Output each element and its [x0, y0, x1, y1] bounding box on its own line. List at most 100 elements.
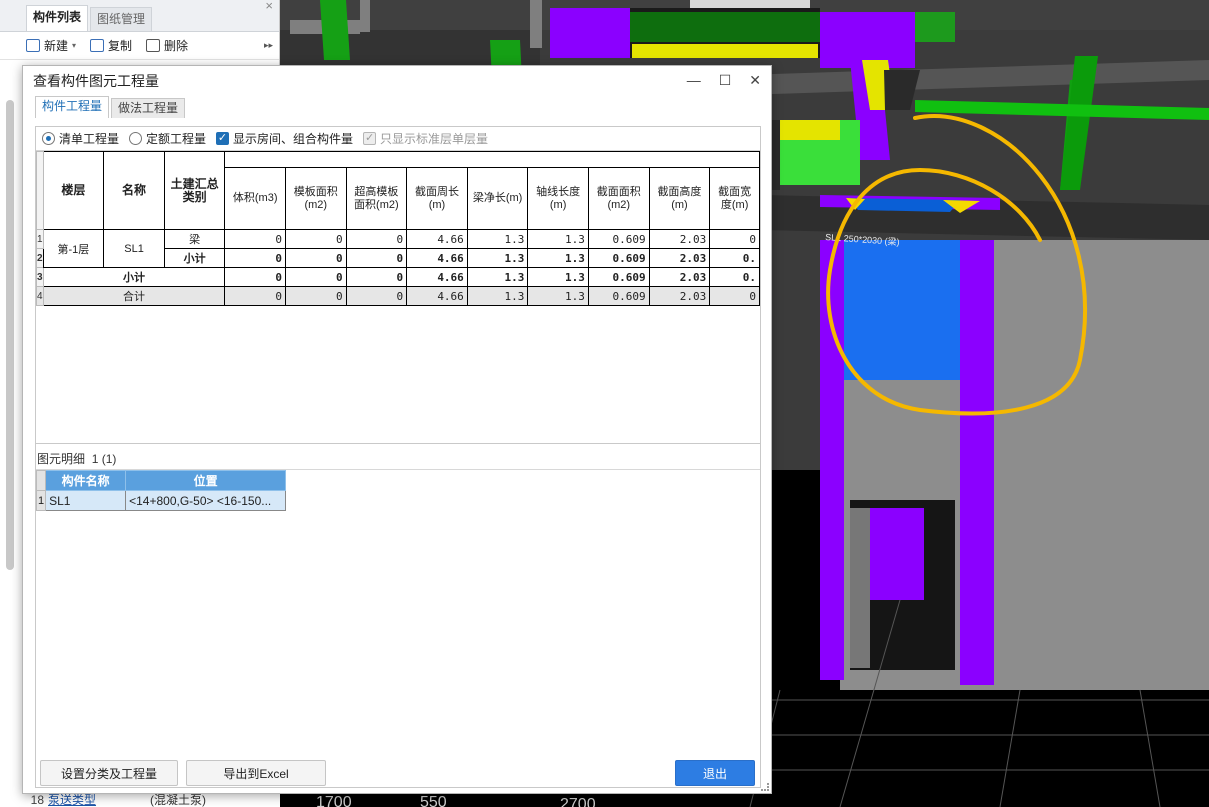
- cell-value: 0.609: [587, 286, 650, 306]
- cell-category: 梁: [163, 229, 226, 249]
- table-row[interactable]: 3 小计 0 0 0 4.66 1.3 1.3 0.609 2.03 0.: [36, 267, 760, 287]
- resize-grip-icon[interactable]: [761, 783, 769, 791]
- checkbox-show-rooms[interactable]: ✓ 显示房间、组合构件量: [216, 130, 353, 147]
- cell-value: 0: [345, 229, 408, 249]
- cell-value: 0: [345, 286, 408, 306]
- checkbox-show-rooms-label: 显示房间、组合构件量: [233, 132, 354, 146]
- close-icon[interactable]: ×: [265, 0, 273, 13]
- tab-component-list[interactable]: 构件列表: [26, 5, 89, 31]
- table-row-total[interactable]: 4 合计 0 0 0 4.66 1.3 1.3 0.609 2.03 0: [36, 286, 760, 306]
- header-category: 土建汇总类别: [163, 151, 226, 230]
- cell-value: 0: [709, 286, 760, 306]
- header-name: 名称: [103, 151, 165, 230]
- dialog-title: 查看构件图元工程量: [33, 73, 159, 89]
- header-col: 模板面积(m2): [284, 167, 347, 230]
- header-col: 截面宽度(m): [709, 167, 760, 230]
- maximize-icon[interactable]: ☐: [719, 72, 732, 89]
- header-col: 截面面积(m2): [587, 167, 650, 230]
- export-excel-button[interactable]: 导出到Excel: [186, 760, 326, 786]
- cell-value: 0: [284, 286, 347, 306]
- cell-value: 0: [284, 248, 347, 268]
- cell-value: 4.66: [406, 267, 468, 287]
- detail-table-container[interactable]: 构件名称 位置 1 SL1 <14+800,G-50> <16-150...: [35, 469, 760, 787]
- new-icon: [26, 39, 40, 52]
- row-number: 2: [36, 248, 44, 268]
- header-col: 轴线长度(m): [527, 167, 589, 230]
- cell-category: 小计: [163, 248, 226, 268]
- copy-button-label: 复制: [108, 39, 133, 53]
- close-icon[interactable]: ✕: [749, 72, 761, 89]
- detail-table: 构件名称 位置 1 SL1 <14+800,G-50> <16-150...: [35, 470, 287, 511]
- cell-value: 0: [345, 267, 408, 287]
- cell-value: 4.66: [406, 229, 468, 249]
- dialog-title-bar[interactable]: 查看构件图元工程量 ― ☐ ✕: [23, 66, 771, 96]
- header-col: 梁净长(m): [466, 167, 529, 230]
- cell-value: 0.609: [587, 267, 650, 287]
- quantity-dialog: 查看构件图元工程量 ― ☐ ✕ 构件工程量 做法工程量 清单工程量 定额工程量 …: [22, 65, 772, 794]
- delete-button[interactable]: 删除: [146, 37, 188, 54]
- cell-value: 0.609: [587, 248, 650, 268]
- cell-floor: 第-1层: [42, 229, 105, 268]
- header-col: 超高模板面积(m2): [345, 167, 408, 230]
- radio-on-icon: [42, 132, 55, 145]
- set-category-button[interactable]: 设置分类及工程量: [40, 760, 178, 786]
- copy-icon: [90, 39, 105, 52]
- viewport-label-2: 550: [420, 794, 447, 807]
- header-floor: 楼层: [42, 151, 105, 230]
- left-panel-scrollbar[interactable]: [6, 100, 14, 570]
- dropdown-arrow-icon[interactable]: ▾: [72, 41, 76, 50]
- divider: [35, 443, 761, 444]
- header-col: 体积(m3): [224, 167, 286, 230]
- detail-cell-name[interactable]: SL1: [45, 490, 127, 511]
- cell-value: 2.03: [648, 267, 711, 287]
- detail-header-name[interactable]: 构件名称: [45, 470, 127, 491]
- exit-button[interactable]: 退出: [675, 760, 755, 786]
- cell-value: 2.03: [648, 229, 711, 249]
- cell-value: 4.66: [406, 286, 468, 306]
- tab-drawing-management[interactable]: 图纸管理: [90, 7, 153, 31]
- radio-bill-label: 清单工程量: [59, 132, 120, 146]
- cell-value: 1.3: [527, 267, 589, 287]
- cell-value: 0: [224, 248, 286, 268]
- viewport-label-3: 2700: [560, 796, 596, 807]
- cell-value: 0: [709, 229, 760, 249]
- tab-component-quantity[interactable]: 构件工程量: [35, 96, 110, 118]
- cell-value: 0.609: [587, 229, 650, 249]
- copy-button[interactable]: 复制: [90, 37, 132, 54]
- table-row[interactable]: 1 第-1层 SL1 梁 0 0 0 4.66 1.3 1.3 0.609 2.…: [36, 229, 760, 268]
- radio-quota-quantity[interactable]: 定额工程量: [129, 130, 206, 147]
- cell-value: 1.3: [466, 248, 529, 268]
- row-number: 1: [35, 490, 47, 511]
- cell-value: 4.66: [406, 248, 468, 268]
- new-button[interactable]: 新建 ▾: [26, 37, 76, 54]
- radio-quota-label: 定额工程量: [146, 132, 207, 146]
- cell-value: 2.03: [648, 248, 711, 268]
- trash-icon: [146, 39, 161, 52]
- cell-value: 0: [224, 229, 286, 249]
- minimize-icon[interactable]: ―: [687, 72, 701, 89]
- cell-value: 0: [345, 248, 408, 268]
- cell-value: 1.3: [527, 229, 589, 249]
- checkbox-checked-icon: ✓: [216, 132, 230, 145]
- detail-heading: 图元明细 1 (1): [36, 450, 116, 467]
- detail-header-position[interactable]: 位置: [125, 470, 287, 491]
- cell-subtotal: 小计: [42, 267, 226, 287]
- dialog-tabs: 构件工程量 做法工程量: [35, 96, 771, 118]
- detail-title: 图元明细: [37, 452, 86, 466]
- detail-cell-position[interactable]: <14+800,G-50> <16-150...: [125, 490, 287, 511]
- quantity-options: 清单工程量 定额工程量 ✓ 显示房间、组合构件量 ✓ 只显示标准层单层量: [36, 127, 760, 151]
- delete-button-label: 删除: [164, 39, 189, 53]
- detail-row[interactable]: 1 SL1 <14+800,G-50> <16-150...: [35, 490, 287, 511]
- checkbox-disabled-icon: ✓: [363, 132, 377, 145]
- cell-value: 0: [224, 267, 286, 287]
- cell-value: 2.03: [648, 286, 711, 306]
- viewport-label-1: 1700: [316, 794, 352, 807]
- checkbox-standard-floor: ✓ 只显示标准层单层量: [363, 130, 488, 147]
- tab-method-quantity[interactable]: 做法工程量: [111, 98, 186, 118]
- radio-bill-quantity[interactable]: 清单工程量: [42, 130, 119, 147]
- new-button-label: 新建: [44, 39, 69, 53]
- cell-value: 1.3: [466, 286, 529, 306]
- quantity-table-container[interactable]: 楼层 名称 土建汇总类别 体积(m3) 模板面积(m2) 超高模板面积(m2) …: [36, 151, 760, 433]
- quantity-table: 楼层 名称 土建汇总类别 体积(m3) 模板面积(m2) 超高模板面积(m2) …: [36, 151, 760, 306]
- more-tools-icon[interactable]: ▸▸: [264, 40, 273, 51]
